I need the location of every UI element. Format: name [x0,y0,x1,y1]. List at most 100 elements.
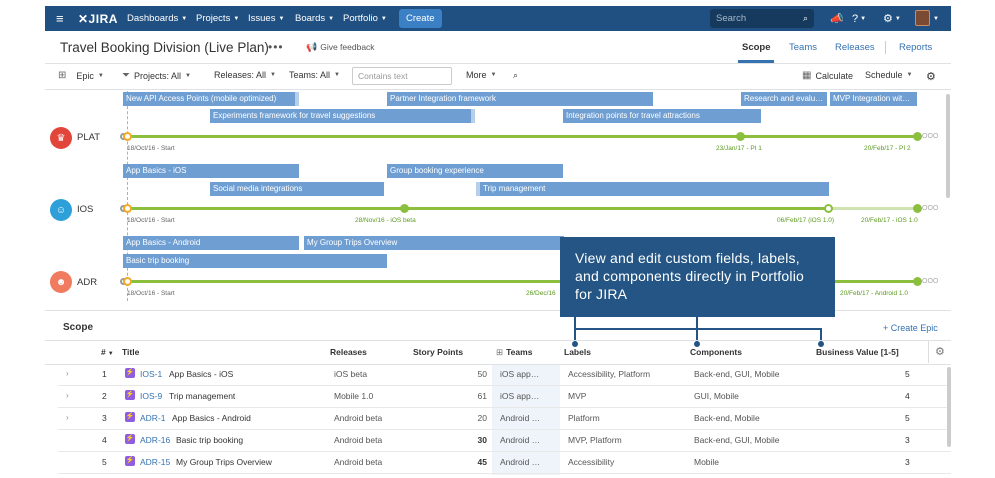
teams-filter[interactable]: Teams: All ▼ [289,70,340,80]
table-row[interactable]: 4 ⚡ ADR-16 Basic trip booking Android be… [58,430,951,452]
nav-boards[interactable]: Boards ▼ [295,6,334,31]
nav-portfolio[interactable]: Portfolio ▼ [343,6,387,31]
chevron-down-icon[interactable]: ▼ [933,6,939,31]
issue-key-link[interactable]: IOS-9 [140,391,162,401]
epic-bar[interactable]: Basic trip booking [123,254,387,268]
issue-key-link[interactable]: ADR-16 [140,435,170,445]
issue-business-value[interactable]: 5 [905,369,910,379]
issue-title[interactable]: Basic trip booking [176,435,243,445]
more-actions-button[interactable]: ••• [268,40,284,54]
tab-reports[interactable]: Reports [899,42,932,53]
jira-logo[interactable]: ✕JIRA [78,6,118,31]
release-marker[interactable] [913,277,922,286]
tab-releases[interactable]: Releases [835,42,875,53]
releases-filter[interactable]: Releases: All ▼ [214,70,276,80]
issue-labels[interactable]: MVP [568,391,586,401]
issue-labels[interactable]: MVP, Platform [568,435,622,445]
issue-title[interactable]: My Group Trips Overview [176,457,272,467]
issue-components[interactable]: Back-end, Mobile [694,413,760,423]
epic-bar[interactable]: Research and evalu… [741,92,827,106]
table-scrollbar[interactable] [947,367,951,447]
issue-business-value[interactable]: 4 [905,391,910,401]
table-row[interactable]: 5 ⚡ ADR-15 My Group Trips Overview Andro… [58,452,951,474]
issue-business-value[interactable]: 3 [905,435,910,445]
epic-bar[interactable]: Experiments framework for travel suggest… [210,109,471,123]
issue-business-value[interactable]: 5 [905,413,910,423]
issue-release[interactable]: iOS beta [334,369,367,379]
issue-story-points[interactable]: 30 [467,435,487,445]
issue-title[interactable]: App Basics - iOS [169,369,233,379]
expand-row-icon[interactable]: › [66,413,69,422]
create-button[interactable]: Create [399,9,442,28]
avatar[interactable] [915,10,930,26]
epic-bar[interactable]: Partner Integration framework [387,92,653,106]
column-header-releases[interactable]: Releases [330,347,367,357]
issue-team[interactable]: iOS app… [500,391,539,401]
epic-bar[interactable]: Integration points for travel attraction… [563,109,761,123]
issue-title[interactable]: Trip management [169,391,235,401]
release-marker-start[interactable] [123,204,132,213]
release-marker[interactable] [400,204,409,213]
expand-row-icon[interactable]: › [66,369,69,378]
column-settings-icon[interactable]: ⚙ [935,345,945,358]
epic-bar[interactable]: Trip management [480,182,829,196]
issue-business-value[interactable]: 3 [905,457,910,467]
nav-issues[interactable]: Issues ▼ [248,6,284,31]
release-marker-start[interactable] [123,132,132,141]
issue-labels[interactable]: Platform [568,413,600,423]
schedule-dropdown[interactable]: Schedule ▼ [865,70,912,80]
release-marker[interactable] [913,204,922,213]
more-filters-button[interactable]: More ▼ [466,70,496,80]
epic-bar[interactable]: My Group Trips Overview [304,236,564,250]
column-header-title[interactable]: Title [122,347,139,357]
nav-projects[interactable]: Projects ▼ [196,6,239,31]
issue-story-points[interactable]: 50 [467,369,487,379]
issue-components[interactable]: GUI, Mobile [694,391,739,401]
column-header-components[interactable]: Components [690,347,742,357]
timeline-scrollbar[interactable] [946,94,950,198]
column-header-business-value[interactable]: Business Value [1-5] [816,347,899,357]
release-marker[interactable] [824,204,833,213]
issue-title[interactable]: App Basics - Android [172,413,251,423]
release-marker[interactable] [736,132,745,141]
issue-team[interactable]: iOS app… [500,369,539,379]
issue-components[interactable]: Back-end, GUI, Mobile [694,369,780,379]
nav-dashboards[interactable]: Dashboards ▼ [127,6,187,31]
settings-icon[interactable]: ⚙ [926,70,936,83]
issue-components[interactable]: Back-end, GUI, Mobile [694,435,780,445]
issue-release[interactable]: Android beta [334,435,382,445]
search-input[interactable]: Search ⌕ [710,9,814,28]
release-marker[interactable] [913,132,922,141]
expand-teams-icon[interactable]: ⊞ [496,347,503,357]
epic-bar[interactable]: Social media integrations [210,182,384,196]
epic-bar[interactable]: Group booking experience [387,164,563,178]
hierarchy-selector[interactable]: ⊞ Epic ▼ [58,70,104,81]
column-header-labels[interactable]: Labels [564,347,591,357]
help-icon[interactable]: ? ▼ [852,6,866,31]
issue-release[interactable]: Android beta [334,413,382,423]
text-filter-input[interactable]: Contains text [352,67,452,85]
column-header-number[interactable]: # ▼ [101,347,114,357]
zoom-search-icon[interactable]: ⌕ [513,70,518,81]
tab-scope[interactable]: Scope [742,42,771,53]
give-feedback-link[interactable]: 📢 Give feedback [306,42,375,53]
epic-bar[interactable]: New API Access Points (mobile optimized) [123,92,295,106]
epic-bar[interactable]: App Basics - Android [123,236,299,250]
release-marker-start[interactable] [123,277,132,286]
issue-labels[interactable]: Accessibility [568,457,614,467]
issue-story-points[interactable]: 61 [467,391,487,401]
issue-team[interactable]: Android … [500,457,540,467]
epic-bar[interactable]: MVP Integration wit… [830,92,917,106]
epic-bar[interactable]: App Basics - iOS [123,164,299,178]
create-epic-link[interactable]: + Create Epic [883,323,938,333]
issue-key-link[interactable]: IOS-1 [140,369,162,379]
table-row[interactable]: › 2 ⚡ IOS-9 Trip management Mobile 1.0 6… [58,386,951,408]
gear-icon[interactable]: ⚙ ▼ [883,6,901,31]
tab-teams[interactable]: Teams [789,42,817,53]
menu-icon[interactable]: ≡ [56,6,64,31]
megaphone-icon[interactable]: 📣 [830,6,844,31]
projects-filter[interactable]: ⏷ Projects: All ▼ [122,70,191,81]
issue-team[interactable]: Android … [500,413,540,423]
issue-key-link[interactable]: ADR-15 [140,457,170,467]
issue-components[interactable]: Mobile [694,457,719,467]
